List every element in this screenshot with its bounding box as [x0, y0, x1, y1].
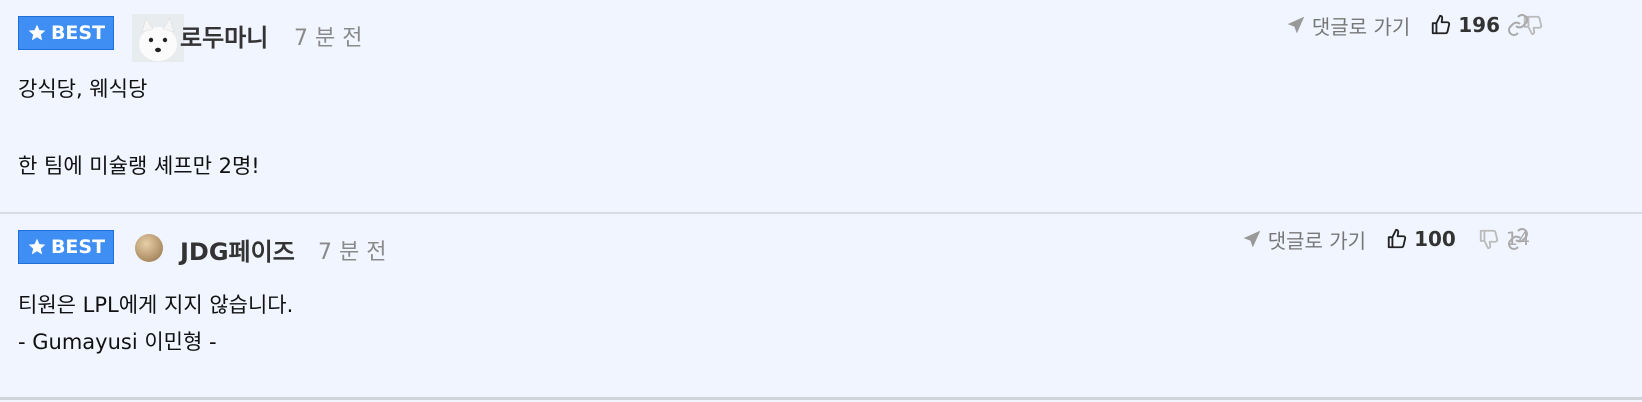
best-badge: BEST: [18, 16, 114, 50]
thumbs-down-icon: [1479, 229, 1498, 250]
comment-line: 한 팀에 미슐랭 셰프만 2명!: [18, 154, 260, 178]
timestamp: 7 분 전: [294, 26, 363, 51]
comment-actions: 댓글로 가기 100 14: [1242, 224, 1530, 254]
comment-item: BEST JDG페이즈 7 분 전 댓글로 가기 100 14 티원은 LPL에…: [0, 214, 1642, 400]
best-badge: BEST: [18, 230, 114, 264]
like-count: 196: [1458, 13, 1500, 37]
reply-label: 댓글로 가기: [1267, 228, 1367, 253]
star-icon: [28, 238, 46, 255]
thumbs-up-icon: [1432, 14, 1451, 35]
star-icon: [28, 24, 46, 41]
comment-item: BEST 로두마니 7 분 전 댓글로 가기 196 강식당, 웨식당 한 팀에…: [0, 0, 1642, 214]
comment-line: - Gumayusi 이민형 -: [18, 330, 217, 354]
send-icon: [1287, 16, 1305, 34]
comment-line: 티원은 LPL에게 지지 않습니다.: [18, 293, 294, 317]
avatar[interactable]: [134, 233, 164, 263]
nickname[interactable]: 로두마니: [180, 18, 268, 53]
comment-line: 강식당, 웨식당: [18, 77, 148, 101]
badge-label: BEST: [50, 236, 106, 258]
avatar[interactable]: [132, 14, 184, 62]
go-to-reply-link[interactable]: 댓글로 가기: [1286, 11, 1410, 40]
go-to-reply-link[interactable]: 댓글로 가기: [1242, 225, 1366, 254]
like-button[interactable]: 196: [1430, 13, 1500, 37]
send-icon: [1243, 230, 1261, 248]
timestamp: 7 분 전: [318, 240, 387, 265]
badge-label: BEST: [50, 22, 106, 44]
link-icon[interactable]: [1506, 13, 1530, 37]
reply-label: 댓글로 가기: [1311, 14, 1411, 39]
thumbs-up-icon: [1387, 228, 1407, 249]
nickname[interactable]: JDG페이즈: [180, 232, 295, 267]
link-icon[interactable]: [1506, 227, 1530, 251]
like-count: 100: [1414, 227, 1456, 251]
like-button[interactable]: 100: [1386, 227, 1456, 251]
